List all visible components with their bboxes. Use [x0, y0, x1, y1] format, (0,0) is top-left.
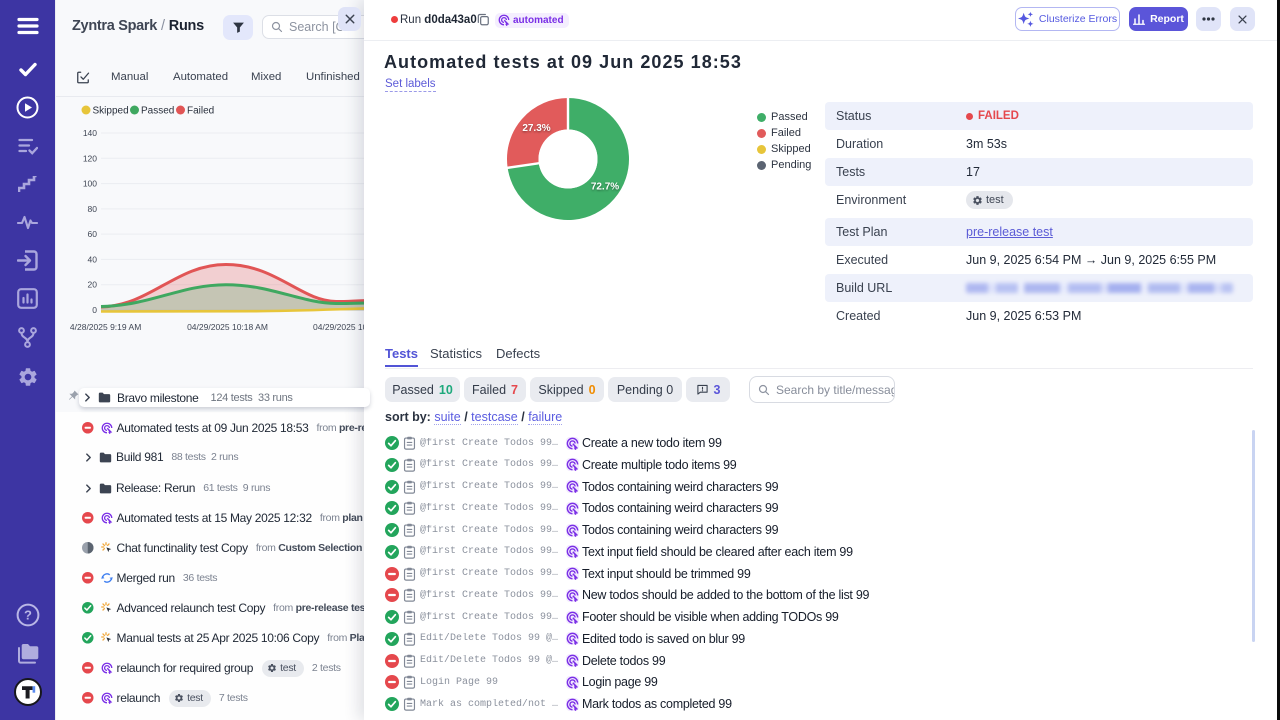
svg-text:40: 40 [88, 254, 98, 264]
svg-text:72.7%: 72.7% [591, 182, 619, 193]
svg-text:Skipped: Skipped [93, 105, 129, 116]
svg-text:20: 20 [88, 280, 98, 290]
svg-text:04/29/2025 10:18 AM: 04/29/2025 10:18 AM [187, 322, 268, 332]
svg-text:4/28/2025 9:19 AM: 4/28/2025 9:19 AM [70, 322, 141, 332]
svg-text:100: 100 [83, 179, 97, 189]
svg-text:120: 120 [83, 153, 97, 163]
svg-text:140: 140 [83, 128, 97, 138]
svg-text:27.3%: 27.3% [522, 123, 550, 134]
svg-text:Passed: Passed [141, 105, 174, 116]
svg-text:?: ? [24, 608, 32, 623]
svg-text:60: 60 [88, 229, 98, 239]
svg-text:80: 80 [88, 204, 98, 214]
svg-text:Failed: Failed [187, 105, 214, 116]
svg-text:0: 0 [92, 305, 97, 315]
